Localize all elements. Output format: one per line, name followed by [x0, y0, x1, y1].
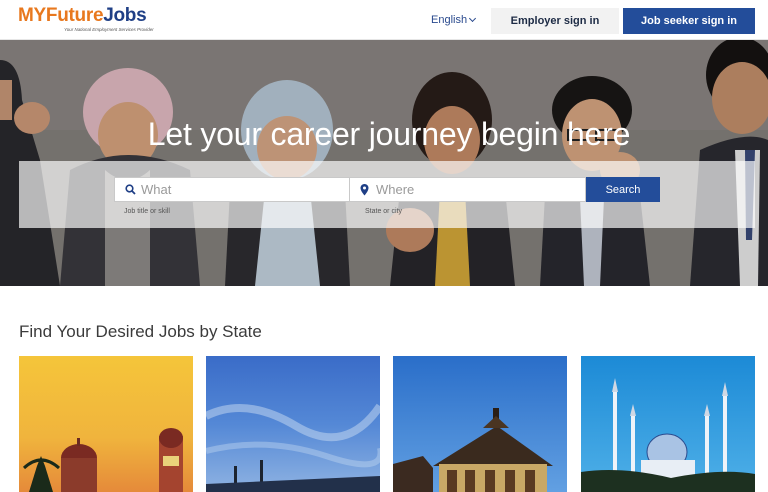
state-card-3[interactable]	[393, 356, 567, 492]
site-header: MYFutureJobs Your National Employment Se…	[0, 0, 768, 40]
language-selector[interactable]: English	[431, 14, 477, 26]
location-pin-icon	[360, 184, 369, 196]
search-icon	[125, 184, 136, 195]
blue-mosque-photo	[581, 356, 755, 492]
where-field[interactable]	[349, 177, 586, 202]
logo-tagline: Your National Employment Services Provid…	[64, 27, 154, 32]
sultan-abdul-samad-building-photo	[19, 356, 193, 492]
chevron-down-icon	[469, 14, 477, 23]
blue-sky-towers-photo	[206, 356, 380, 492]
search-button[interactable]: Search	[586, 177, 660, 202]
states-section-title: Find Your Desired Jobs by State	[19, 322, 262, 341]
job-search-panel: Job title or skill State or city Search	[19, 161, 755, 228]
what-input[interactable]	[139, 178, 339, 201]
traditional-palace-photo	[393, 356, 567, 492]
hero-title: Let your career journey begin here	[147, 116, 631, 152]
state-card-1[interactable]	[19, 356, 193, 492]
logo-wordmark: MYFutureJobs	[18, 5, 147, 26]
state-card-4[interactable]	[581, 356, 755, 492]
state-card-2[interactable]	[206, 356, 380, 492]
employer-sign-in-button[interactable]: Employer sign in	[491, 8, 619, 34]
job-seeker-sign-in-button[interactable]: Job seeker sign in	[623, 8, 755, 34]
what-hint: Job title or skill	[124, 208, 170, 215]
hero-banner: Let your career journey begin here Job t…	[0, 40, 768, 286]
where-input[interactable]	[374, 178, 574, 201]
language-label: English	[431, 14, 468, 26]
where-hint: State or city	[365, 208, 402, 215]
what-field[interactable]	[114, 177, 350, 202]
